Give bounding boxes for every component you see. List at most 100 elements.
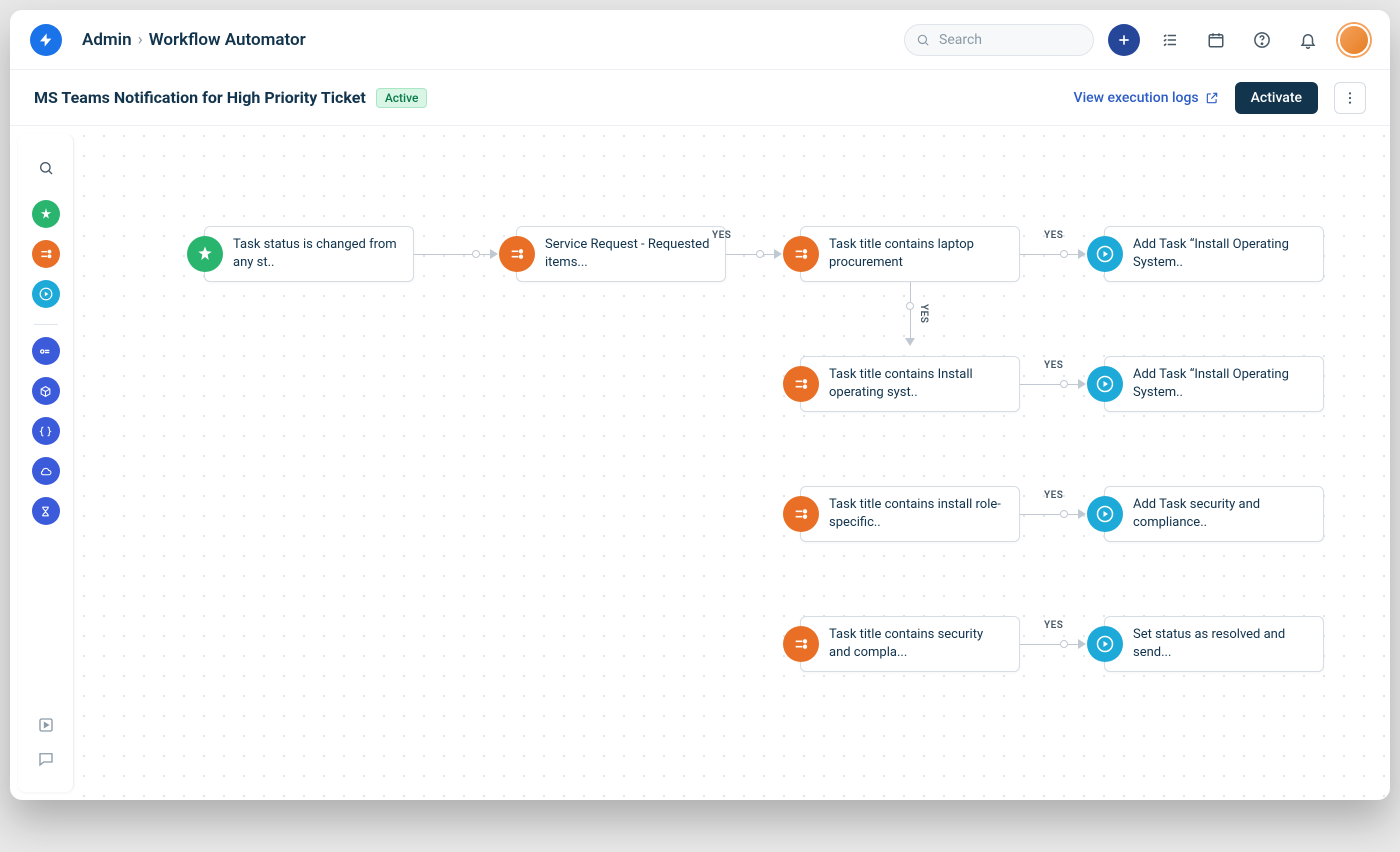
condition-node-1-text: Service Request - Requested items...	[545, 236, 711, 271]
action-icon	[1087, 236, 1123, 272]
bolt-icon	[38, 32, 54, 48]
list-check-icon	[1161, 31, 1179, 49]
execution-logs-label: View execution logs	[1074, 90, 1199, 106]
edge	[1068, 644, 1078, 645]
edge-arrow	[1078, 249, 1086, 259]
edge-arrow	[905, 338, 915, 346]
trigger-node[interactable]: Task status is changed from any st..	[204, 226, 414, 282]
action-icon	[1087, 366, 1123, 402]
trigger-node-icon	[187, 236, 223, 272]
edge-label-yes: YES	[1044, 230, 1063, 241]
sidebar-tool-a[interactable]	[32, 337, 60, 365]
filter-icon	[793, 506, 809, 522]
condition-node-5[interactable]: Task title contains security and compla.…	[800, 616, 1020, 672]
action-node-1[interactable]: Add Task “Install Operating System..	[1104, 226, 1324, 282]
edge	[910, 282, 911, 302]
edge-label-yes: YES	[1044, 360, 1063, 371]
filter-icon	[793, 246, 809, 262]
action-node-4[interactable]: Set status as resolved and send...	[1104, 616, 1324, 672]
workflow-canvas[interactable]: Task status is changed from any st.. Ser…	[74, 126, 1390, 800]
sidebar-tool-b[interactable]	[32, 377, 60, 405]
edge	[480, 254, 490, 255]
sidebar-tool-e[interactable]	[32, 497, 60, 525]
condition-icon	[783, 236, 819, 272]
notifications-button[interactable]	[1292, 24, 1324, 56]
sidebar-chat[interactable]	[37, 750, 55, 772]
help-button[interactable]	[1246, 24, 1278, 56]
edge-dot	[1060, 250, 1068, 258]
edge-arrow	[774, 249, 782, 259]
condition-node-3[interactable]: Task title contains Install operating sy…	[800, 356, 1020, 412]
user-avatar[interactable]	[1338, 24, 1370, 56]
chat-icon	[37, 750, 55, 768]
search-input[interactable]	[904, 24, 1094, 56]
condition-node-2[interactable]: Task title contains laptop procurement	[800, 226, 1020, 282]
edge-dot	[756, 250, 764, 258]
edge	[1020, 254, 1060, 255]
sidebar-tool-c[interactable]	[32, 417, 60, 445]
cloud-icon	[39, 465, 52, 478]
arrow-circle-icon	[1096, 245, 1114, 263]
search-icon	[916, 33, 930, 47]
sidebar-search[interactable]	[32, 154, 60, 182]
edge	[1020, 644, 1060, 645]
cube-icon	[39, 385, 52, 398]
edge-label-yes: YES	[918, 304, 929, 323]
condition-icon	[783, 626, 819, 662]
app-window: Admin › Workflow Automator	[10, 10, 1390, 800]
condition-icon	[783, 366, 819, 402]
edge	[1068, 514, 1078, 515]
edge-dot	[1060, 380, 1068, 388]
condition-node-5-text: Task title contains security and compla.…	[829, 626, 1005, 661]
edge-arrow	[1078, 639, 1086, 649]
edge-arrow	[490, 249, 498, 259]
filter-icon	[793, 376, 809, 392]
action-node-1-text: Add Task “Install Operating System..	[1133, 236, 1309, 271]
action-icon	[1087, 496, 1123, 532]
sidebar-tool-d[interactable]	[32, 457, 60, 485]
timer-icon	[39, 505, 52, 518]
top-bar: Admin › Workflow Automator	[10, 10, 1390, 70]
breadcrumb-admin[interactable]: Admin	[82, 30, 132, 50]
activate-button[interactable]: Activate	[1235, 82, 1318, 114]
edge-arrow	[1078, 509, 1086, 519]
execution-logs-link[interactable]: View execution logs	[1074, 90, 1219, 106]
sidebar-trigger-tool[interactable]	[32, 200, 60, 228]
filter-icon	[793, 636, 809, 652]
external-link-icon	[1205, 91, 1219, 105]
edge	[1068, 384, 1078, 385]
edge-label-yes: YES	[1044, 620, 1063, 631]
sidebar-condition-tool[interactable]	[32, 240, 60, 268]
breadcrumb-separator: ›	[138, 30, 143, 50]
braces-icon	[39, 425, 52, 438]
edge-dot	[472, 250, 480, 258]
action-node-2[interactable]: Add Task “Install Operating System..	[1104, 356, 1324, 412]
more-menu-button[interactable]	[1334, 82, 1366, 114]
edge	[1068, 254, 1078, 255]
app-logo[interactable]	[30, 24, 62, 56]
action-icon	[1087, 626, 1123, 662]
sidebar-help[interactable]	[37, 716, 55, 738]
condition-node-4[interactable]: Task title contains install role-specifi…	[800, 486, 1020, 542]
action-icon	[39, 287, 53, 301]
calendar-button[interactable]	[1200, 24, 1232, 56]
edge-dot	[1060, 510, 1068, 518]
workflow-actions: View execution logs Activate	[1074, 82, 1366, 114]
action-node-2-text: Add Task “Install Operating System..	[1133, 366, 1309, 401]
edge-dot	[906, 302, 914, 310]
search-icon	[38, 160, 54, 176]
tool-sidebar	[18, 134, 74, 792]
action-node-3[interactable]: Add Task security and compliance..	[1104, 486, 1324, 542]
condition-node-1[interactable]: Service Request - Requested items...	[516, 226, 726, 282]
search-container	[904, 24, 1094, 56]
sidebar-action-tool[interactable]	[32, 280, 60, 308]
workspace: Task status is changed from any st.. Ser…	[10, 126, 1390, 800]
workflow-header: MS Teams Notification for High Priority …	[10, 70, 1390, 126]
edge-arrow	[1078, 379, 1086, 389]
edge	[726, 254, 756, 255]
add-button[interactable]	[1108, 24, 1140, 56]
edge-label-yes: YES	[712, 230, 731, 241]
list-icon	[39, 345, 52, 358]
tasks-button[interactable]	[1154, 24, 1186, 56]
edge-dot	[1060, 640, 1068, 648]
